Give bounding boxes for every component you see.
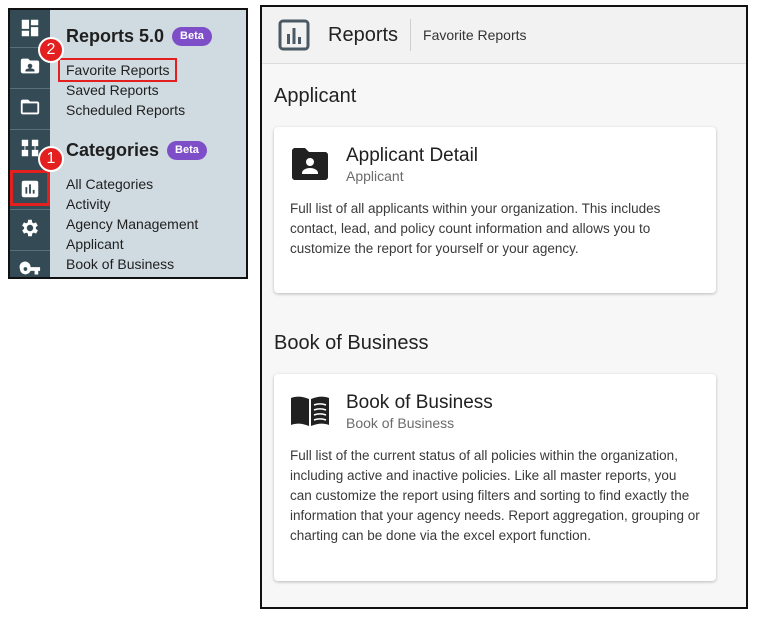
categories-heading: Categories Beta [66, 140, 207, 161]
nav-link-agency-management[interactable]: Agency Management [66, 214, 198, 234]
reports-page: Reports Favorite Reports Applicant Appli… [260, 5, 748, 609]
page-title: Reports [328, 23, 399, 46]
reports-heading: Reports 5.0 Beta [66, 26, 212, 47]
settings-icon [22, 219, 38, 236]
categories-heading-label: Categories [66, 140, 160, 160]
nav-link-all-categories[interactable]: All Categories [66, 174, 153, 194]
reports-heading-label: Reports 5.0 [66, 26, 165, 46]
page-header: Reports Favorite Reports [262, 7, 746, 64]
reports-icon [278, 19, 310, 51]
account-box-folder-icon [292, 148, 328, 180]
nav-link-book-of-business[interactable]: Book of Business [66, 254, 174, 274]
nav-link-scheduled-reports[interactable]: Scheduled Reports [66, 100, 185, 120]
step-2-badge: 2 [38, 37, 64, 63]
keys-button[interactable] [10, 250, 50, 277]
section-title-applicant: Applicant [274, 85, 357, 107]
reports-icon [21, 180, 39, 197]
dashboard-icon [21, 19, 39, 37]
card-title: Applicant Detail [346, 145, 479, 166]
report-card-book-of-business[interactable]: Book of Business Book of Business Full l… [274, 374, 716, 581]
nav-link-favorite-reports[interactable]: Favorite Reports [58, 58, 178, 82]
section-title-book-of-business: Book of Business [274, 332, 429, 354]
step-1-badge: 1 [38, 146, 64, 172]
settings-button[interactable] [10, 209, 50, 245]
beta-badge: Beta [172, 27, 212, 46]
folder-icon [20, 99, 40, 114]
key-icon [19, 261, 41, 274]
nav-link-applicant[interactable]: Applicant [66, 234, 124, 254]
folders-button[interactable] [10, 88, 50, 124]
contact-card-icon [20, 58, 40, 73]
breadcrumb[interactable]: Favorite Reports [423, 27, 526, 43]
nav-link-saved-reports[interactable]: Saved Reports [66, 80, 159, 100]
card-subtitle: Applicant [346, 168, 404, 184]
nav-link-activity[interactable]: Activity [66, 194, 110, 214]
header-divider [410, 19, 412, 51]
report-card-applicant-detail[interactable]: Applicant Detail Applicant Full list of … [274, 127, 716, 293]
reports-button[interactable] [10, 170, 50, 206]
card-subtitle: Book of Business [346, 415, 455, 431]
card-description: Full list of all applicants within your … [290, 201, 661, 256]
open-book-icon [291, 396, 329, 426]
beta-badge: Beta [167, 141, 207, 160]
card-title: Book of Business [346, 392, 493, 413]
card-description: Full list of the current status of all p… [290, 448, 700, 543]
